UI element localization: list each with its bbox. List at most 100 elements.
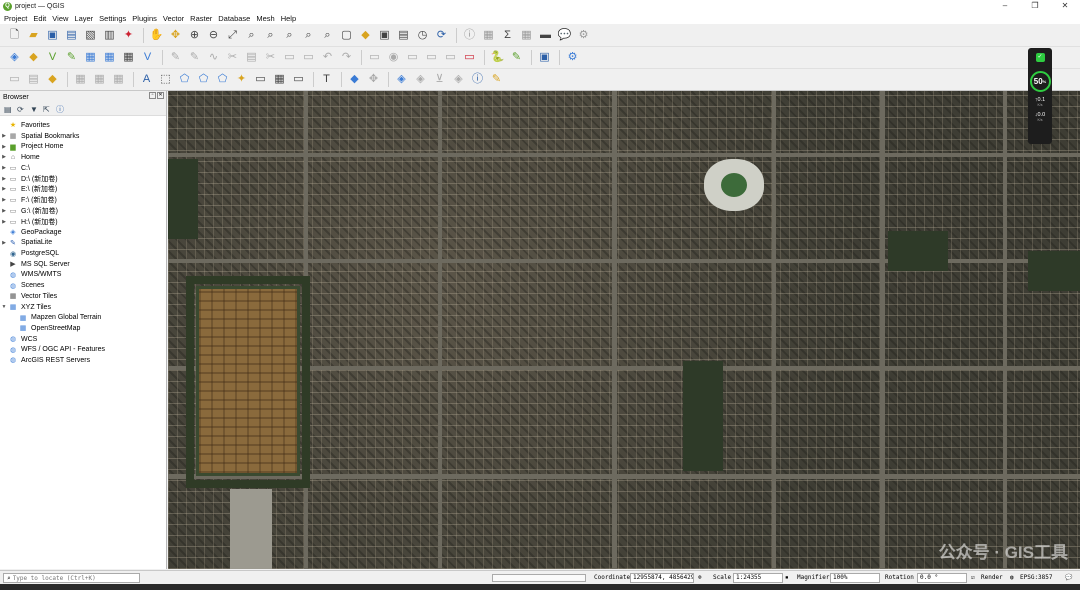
select-by-polygon-icon[interactable]: ⬠ — [176, 71, 193, 88]
info-icon[interactable]: ⓘ — [469, 71, 486, 88]
expand-arrow-icon[interactable]: ▼ — [0, 304, 8, 310]
label-rotate-icon[interactable]: ▭ — [442, 49, 459, 66]
text-annotation-icon[interactable]: T — [318, 71, 335, 88]
save-as-icon[interactable]: ▤ — [63, 27, 80, 44]
digitizing-shape-icon[interactable]: ▭ — [6, 71, 23, 88]
menu-database[interactable]: Database — [218, 14, 250, 23]
browser-item[interactable]: ◉ PostgreSQL — [0, 248, 165, 259]
refresh-icon[interactable]: ⟳ — [17, 105, 27, 114]
menu-view[interactable]: View — [52, 14, 68, 23]
capture-point-icon[interactable]: ◈ — [393, 71, 410, 88]
plugin-icon[interactable]: ✎ — [508, 49, 525, 66]
browser-item[interactable]: ▶ ▭ G:\ (新加卷) — [0, 206, 165, 217]
measure-line-icon[interactable]: ▬ — [537, 27, 554, 44]
minimize-button[interactable]: – — [990, 0, 1020, 12]
zoom-out-icon[interactable]: ⊖ — [205, 27, 222, 44]
add-mesh-layer-icon[interactable]: ▦ — [120, 49, 137, 66]
menu-help[interactable]: Help — [281, 14, 296, 23]
deselect-all-icon[interactable]: ▭ — [252, 71, 269, 88]
label-change-icon[interactable]: ▭ — [461, 49, 478, 66]
new-project-icon[interactable]: 🗋 — [6, 27, 23, 44]
browser-item[interactable]: ▶ ▭ C:\ — [0, 163, 165, 174]
expand-arrow-icon[interactable]: ▶ — [0, 219, 8, 225]
browser-item[interactable]: ◍ Scenes — [0, 280, 165, 291]
add-delimited-text-icon[interactable]: ✎ — [63, 49, 80, 66]
browser-item[interactable]: ▶ MS SQL Server — [0, 259, 165, 270]
browser-item[interactable]: ★ Favorites — [0, 120, 165, 131]
browser-item[interactable]: ▶ ▦ Spatial Bookmarks — [0, 131, 165, 142]
menu-mesh[interactable]: Mesh — [256, 14, 274, 23]
browser-item[interactable]: ◍ ArcGIS REST Servers — [0, 355, 165, 366]
invert-selection-icon[interactable]: ▦ — [271, 71, 288, 88]
locator-bar[interactable]: ⌕ — [3, 573, 140, 583]
pan-to-selection-icon[interactable]: ✥ — [167, 27, 184, 44]
vertex-tool-icon[interactable]: ✂ — [224, 49, 241, 66]
browser-item[interactable]: ▦ Mapzen Global Terrain — [0, 312, 165, 323]
add-vector-layer-icon[interactable]: V — [44, 49, 61, 66]
crs-toggle-icon[interactable]: ⊗ — [698, 574, 702, 581]
python-console-icon[interactable]: 🐍 — [489, 49, 506, 66]
network-monitor-widget[interactable]: ✓ 50% ↑0.1 K/s ↓0.0 K/s — [1028, 48, 1052, 144]
georeferencer-icon[interactable]: ◆ — [346, 71, 363, 88]
pan-map-icon[interactable]: ✋ — [148, 27, 165, 44]
simplify-feature-icon[interactable]: ▦ — [110, 71, 127, 88]
temporal-controller-icon[interactable]: ◷ — [414, 27, 431, 44]
new-3d-view-icon[interactable]: ◆ — [357, 27, 374, 44]
browser-item[interactable]: ◍ WMS/WMTS — [0, 270, 165, 281]
menu-plugins[interactable]: Plugins — [132, 14, 157, 23]
delete-selected-icon[interactable]: ▤ — [243, 49, 260, 66]
browser-item[interactable]: ▶ ▭ H:\ (新加卷) — [0, 216, 165, 227]
zoom-in-icon[interactable]: ⊕ — [186, 27, 203, 44]
browser-item[interactable]: ▦ Vector Tiles — [0, 291, 165, 302]
close-panel-button[interactable]: ✕ — [157, 92, 164, 99]
digitize-icon[interactable]: ∿ — [205, 49, 222, 66]
label-move-icon[interactable]: ▭ — [423, 49, 440, 66]
browser-item[interactable]: ▦ OpenStreetMap — [0, 323, 165, 334]
print-layout-icon[interactable]: ▧ — [82, 27, 99, 44]
add-layer-icon[interactable]: ▤ — [4, 105, 14, 114]
new-bookmark-icon[interactable]: ▣ — [376, 27, 393, 44]
processing-toolbox-icon[interactable]: ⚙ — [564, 49, 581, 66]
expand-arrow-icon[interactable]: ▶ — [0, 208, 8, 214]
browser-item[interactable]: ▶ ▆ Project Home — [0, 141, 165, 152]
browser-item[interactable]: ▼ ▦ XYZ Tiles — [0, 302, 165, 313]
expand-arrow-icon[interactable]: ▶ — [0, 186, 8, 192]
filter-icon[interactable]: ▼ — [30, 105, 40, 114]
layout-manager-icon[interactable]: ▥ — [101, 27, 118, 44]
expand-arrow-icon[interactable]: ▶ — [0, 197, 8, 203]
float-panel-button[interactable]: ▫ — [149, 92, 156, 99]
save-project-icon[interactable]: ▣ — [44, 27, 61, 44]
select-features-icon[interactable]: ⬚ — [157, 71, 174, 88]
zoom-to-layer-icon[interactable]: ⌕ — [262, 27, 279, 44]
browser-item[interactable]: ▶ ▭ D:\ (新加卷) — [0, 173, 165, 184]
snapping-icon[interactable]: ⊻ — [431, 71, 448, 88]
cut-features-icon[interactable]: ✂ — [262, 49, 279, 66]
attribute-table-icon[interactable]: ▦ — [480, 27, 497, 44]
browser-item[interactable]: ▶ ✎ SpatiaLite — [0, 238, 165, 249]
tracing-icon[interactable]: ◈ — [450, 71, 467, 88]
rotation-field[interactable]: 0.0 ° — [917, 573, 967, 583]
lock-scale-icon[interactable]: ▪ — [785, 574, 789, 581]
map-tips-icon[interactable]: 💬 — [556, 27, 573, 44]
data-source-manager-icon[interactable]: ◈ — [6, 49, 23, 66]
menu-project[interactable]: Project — [4, 14, 27, 23]
select-by-expression-icon[interactable]: ✦ — [233, 71, 250, 88]
new-map-view-icon[interactable]: ▢ — [338, 27, 355, 44]
identify-features-icon[interactable]: ⓘ — [461, 27, 478, 44]
show-bookmarks-icon[interactable]: ▤ — [395, 27, 412, 44]
new-geopackage-layer-icon[interactable]: ◆ — [25, 49, 42, 66]
expand-arrow-icon[interactable]: ▶ — [0, 144, 8, 150]
style-manager-icon[interactable]: ✦ — [120, 27, 137, 44]
scale-field[interactable]: 1:24355 — [733, 573, 783, 583]
label-show-hide-icon[interactable]: ▭ — [404, 49, 421, 66]
expand-arrow-icon[interactable]: ▶ — [0, 165, 8, 171]
properties-icon[interactable]: ⓘ — [56, 104, 66, 115]
paste-features-icon[interactable]: ▭ — [300, 49, 317, 66]
browser-item[interactable]: ◍ WCS — [0, 334, 165, 345]
statistical-summary-icon[interactable]: Σ — [499, 27, 516, 44]
pencil-tool-icon[interactable]: ✎ — [488, 71, 505, 88]
browser-item[interactable]: ◈ GeoPackage — [0, 227, 165, 238]
menu-raster[interactable]: Raster — [190, 14, 212, 23]
expand-arrow-icon[interactable]: ▶ — [0, 133, 8, 139]
add-virtual-layer-icon[interactable]: V — [139, 49, 156, 66]
